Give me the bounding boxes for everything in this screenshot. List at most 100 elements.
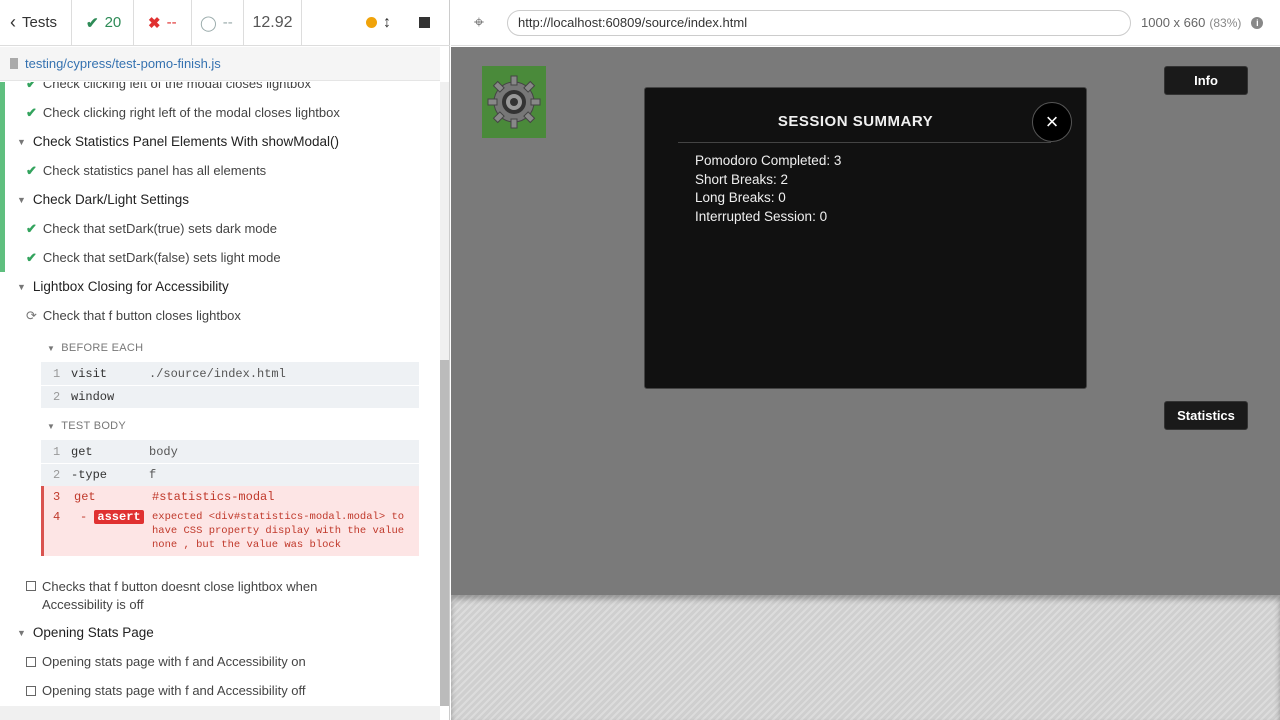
failed-count: ✖ -- [134,0,192,45]
checkbox-icon [26,657,36,667]
test-row-pending[interactable]: Checks that f button doesnt close lightb… [0,578,440,614]
test-row-pending[interactable]: Opening stats page with f and Accessibil… [0,654,440,669]
chevron-down-icon: ▼ [47,343,56,353]
assert-message: expected <div#statistics-modal.modal> to… [152,510,404,552]
short-breaks: Short Breaks: 2 [695,171,789,187]
assert-line: have CSS property display with the value [152,525,405,537]
chevron-left-icon: ‹ [10,12,16,32]
reporter-hscrollbar[interactable] [0,706,440,720]
spec-file-bar: testing/cypress/test-pomo-finish.js [0,47,440,81]
test-title-line: Accessibility is off [42,597,144,612]
crosshair-icon[interactable]: ⌖ [467,12,491,33]
chevron-down-icon: ▼ [17,281,26,292]
suite-row[interactable]: ▼ Lightbox Closing for Accessibility [0,279,440,294]
pomodoro-completed: Pomodoro Completed: 3 [695,153,842,168]
assert-badge: assert [94,510,144,524]
suite-title: Opening Stats Page [32,625,154,640]
test-title: Check clicking left of the modal closes … [42,82,311,91]
viewport-scale: (83%) [1209,15,1242,30]
check-icon: ✔ [26,221,37,236]
command-name: get [74,490,96,504]
assert-line: none , but the value was block [152,539,342,551]
stop-icon[interactable] [419,17,430,28]
gear-icon [487,75,541,129]
command-number: 3 [53,490,61,504]
command-message: body [149,444,178,459]
interrupted-sessions: Interrupted Session: 0 [695,208,828,224]
test-row-pending[interactable]: Opening stats page with f and Accessibil… [0,683,440,698]
chevron-down-icon: ▼ [17,194,26,205]
suite-row[interactable]: ▼ Check Statistics Panel Elements With s… [0,134,440,149]
command-message: #statistics-modal [152,490,275,504]
command-name: get [71,444,93,459]
test-row[interactable]: ✔ Check clicking left of the modal close… [0,82,440,92]
session-stats: Pomodoro Completed: 3 Short Breaks: 2 Lo… [695,152,841,226]
info-icon[interactable]: i [1251,16,1264,29]
chevron-down-icon: ▼ [47,421,56,431]
test-title: Check clicking right left of the modal c… [42,105,340,120]
command-row[interactable]: 2 window [41,385,419,408]
statistics-button[interactable]: Statistics [1164,401,1248,430]
test-title: Check that setDark(true) sets dark mode [42,221,277,236]
app-under-test: Info Statistics SESSION SUMMARY × Pomodo… [451,47,1280,595]
test-row[interactable]: ✔ Check that setDark(true) sets dark mod… [0,221,440,237]
spec-file-link[interactable]: testing/cypress/test-pomo-finish.js [25,56,221,71]
test-title: Opening stats page with f and Accessibil… [42,654,306,669]
command-row-failed[interactable]: 3 get #statistics-modal [44,486,419,508]
info-button[interactable]: Info [1164,66,1248,95]
test-row-running[interactable]: ⟳ Check that f button closes lightbox [0,308,440,324]
settings-button[interactable] [482,66,546,138]
scroll-arrows-icon[interactable]: ↕ [383,14,391,32]
before-each-commands: 1 visit ./source/index.html 2 window [41,362,419,408]
reporter-scrollbar-thumb[interactable] [440,360,449,706]
duration: 12.92 [244,0,302,45]
aut-header: ⌖ http://localhost:60809/source/index.ht… [451,0,1280,46]
command-row[interactable]: 2 -type f [41,463,419,486]
checkbox-icon [26,686,36,696]
modal-divider [678,142,1051,143]
test-body-commands: 1 get body 2 -type f [41,440,419,486]
cypress-runner: ‹ Tests ✔ 20 ✖ -- ◯ -- 12.92 ↕ testing/c… [0,0,1280,720]
suite-title: Check Statistics Panel Elements With sho… [32,134,340,149]
test-body-hook[interactable]: ▼ TEST BODY [0,420,440,432]
check-icon: ✔ [26,82,37,91]
command-number: 1 [53,366,61,381]
command-row[interactable]: 1 visit ./source/index.html [41,362,419,385]
test-title: Check statistics panel has all elements [42,163,267,178]
checkbox-icon [26,581,36,591]
suite-row[interactable]: ▼ Check Dark/Light Settings [0,192,440,207]
command-name: window [71,390,115,404]
command-number: 2 [53,390,61,404]
test-row[interactable]: ✔ Check statistics panel has all element… [0,163,440,179]
close-icon[interactable]: × [1032,102,1072,142]
run-controls: ↕ [302,0,450,45]
suite-row[interactable]: ▼ Opening Stats Page [0,625,440,640]
command-number: 4 [53,510,61,524]
test-title-line: Checks that f button doesnt close lightb… [42,579,318,594]
before-each-hook[interactable]: ▼ BEFORE EACH [0,342,440,354]
aut-empty-area [451,595,1280,720]
command-name: visit [71,366,108,381]
failed-commands: 3 get #statistics-modal 4 - assert expec… [41,486,419,556]
hook-label: TEST BODY [61,420,127,432]
passed-number: 20 [104,14,122,31]
command-row[interactable]: 1 get body [41,440,419,463]
tests-button[interactable]: ‹ Tests [0,0,72,45]
url-bar[interactable]: http://localhost:60809/source/index.html [507,9,1131,36]
command-number: 2 [53,468,61,482]
command-message: ./source/index.html [149,366,286,381]
command-dash: - [80,510,88,524]
viewport-size: 1000 x 660 [1141,15,1206,30]
command-row-assert[interactable]: 4 - assert expected <div#statistics-moda… [44,508,419,552]
reporter-header: ‹ Tests ✔ 20 ✖ -- ◯ -- 12.92 ↕ [0,0,450,46]
chevron-down-icon: ▼ [17,136,26,147]
test-title: Opening stats page with f and Accessibil… [42,683,306,698]
spinner-icon: ◯ [200,14,217,32]
test-title: Check that f button closes lightbox [42,308,241,323]
pending-count: ◯ -- [192,0,244,45]
long-breaks: Long Breaks: 0 [695,190,786,205]
test-title: Checks that f button doesnt close lightb… [42,578,317,614]
test-row[interactable]: ✔ Check clicking right left of the modal… [0,105,440,121]
reporter-panel: ‹ Tests ✔ 20 ✖ -- ◯ -- 12.92 ↕ testing/c… [0,0,450,720]
test-row[interactable]: ✔ Check that setDark(false) sets light m… [0,250,440,266]
